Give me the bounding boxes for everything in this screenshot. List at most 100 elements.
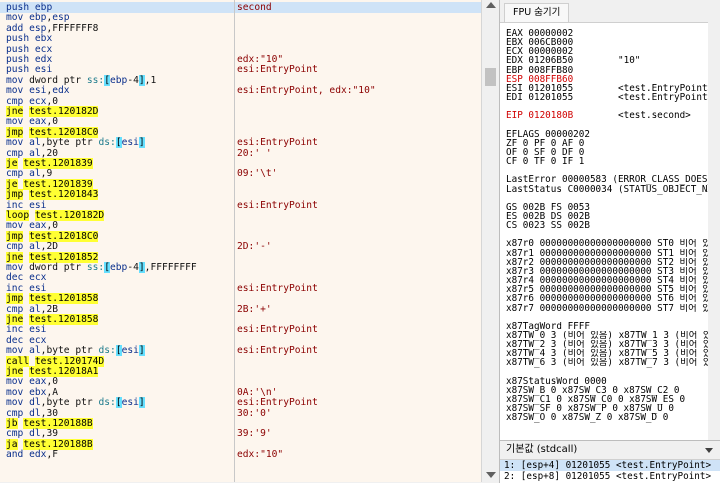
- disasm-row[interactable]: mov al,byte ptr ds:[esi]: [0, 345, 234, 357]
- call-argument-row[interactable]: 2: [esp+8] 01201055 <test.EntryPoint>: [500, 471, 720, 482]
- instruction-mnemonic: jne: [6, 366, 24, 377]
- instruction-operands: al,byte ptr ds:[esi]: [29, 137, 145, 149]
- call-argument-row[interactable]: 1: [esp+4] 01201055 <test.EntryPoint>: [500, 460, 720, 471]
- disasm-row[interactable]: cmp al,20: [0, 148, 234, 159]
- instruction-operands: ecx: [34, 43, 53, 55]
- disasm-row[interactable]: inc esi: [0, 324, 234, 335]
- instruction-operands: dword ptr ss:[ebp-4],1: [29, 74, 157, 86]
- scroll-thumb[interactable]: [485, 68, 496, 86]
- instruction-operands: ecx: [29, 272, 47, 284]
- disasm-row[interactable]: mov al,byte ptr ds:[esi]: [0, 137, 234, 149]
- disasm-row[interactable]: mov ebx,A: [0, 387, 234, 398]
- disasm-row[interactable]: mov dword ptr ss:[ebp-4],1: [0, 74, 234, 86]
- disasm-row[interactable]: loop test.120182D: [0, 210, 234, 221]
- scroll-down-icon[interactable]: [486, 472, 496, 478]
- disasm-row[interactable]: mov dl,byte ptr ds:[esi]: [0, 397, 234, 409]
- instruction-operands: test.1201852: [29, 251, 99, 263]
- disasm-comment: [235, 231, 481, 242]
- disasm-row[interactable]: mov eax,0: [0, 116, 234, 127]
- instruction-operands: dword ptr ss:[ebp-4],FFFFFFFF: [29, 262, 197, 273]
- disasm-row[interactable]: dec ecx: [0, 272, 234, 283]
- disasm-comment: 30:'0': [237, 407, 272, 419]
- disasm-row[interactable]: mov ebp,esp: [0, 12, 234, 23]
- instruction-mnemonic: mov: [6, 116, 24, 128]
- disasm-row[interactable]: cmp ecx,0: [0, 96, 234, 107]
- instruction-operands: test.120174D: [34, 355, 105, 367]
- instruction-mnemonic: cmp: [6, 168, 24, 180]
- disasm-comment: esi:EntryPoint: [237, 345, 318, 357]
- disasm-comment: [235, 335, 481, 346]
- disasm-row[interactable]: mov eax,0: [0, 376, 234, 387]
- disasm-row[interactable]: dec ecx: [0, 335, 234, 346]
- disasm-comment: 2B:'+': [237, 303, 272, 315]
- call-convention-selector[interactable]: 기본값 (stdcall): [500, 441, 720, 460]
- disasm-row[interactable]: jmp test.12018C0: [0, 230, 234, 242]
- fpu-toggle-button[interactable]: FPU 숨기기: [504, 3, 570, 22]
- instruction-mnemonic: mov: [6, 137, 24, 149]
- disasm-row[interactable]: cmp al,2B: [0, 304, 234, 315]
- disasm-row[interactable]: push ebp: [0, 2, 234, 13]
- instruction-mnemonic: dec: [6, 272, 24, 284]
- instruction-mnemonic: call: [6, 355, 30, 367]
- disasm-comment: edx:"10": [237, 449, 284, 461]
- disasm-row[interactable]: jne test.1201852: [0, 251, 234, 263]
- disasm-row[interactable]: jb test.120188B: [0, 418, 234, 429]
- disasm-row[interactable]: inc esi: [0, 200, 234, 211]
- disasm-row[interactable]: mov eax,0: [0, 220, 234, 231]
- disasm-row[interactable]: jmp test.1201843: [0, 189, 234, 201]
- disasm-row[interactable]: jne test.12018A1: [0, 366, 234, 377]
- instruction-operands: test.120188B: [23, 438, 93, 450]
- instruction-mnemonic: cmp: [6, 407, 24, 419]
- instruction-mnemonic: inc: [6, 324, 24, 336]
- instruction-mnemonic: mov: [6, 397, 24, 409]
- instruction-operands: esi: [29, 282, 47, 294]
- disasm-comment: [235, 376, 481, 387]
- disassembly-scrollbar[interactable]: [481, 0, 499, 482]
- disasm-row[interactable]: push edx: [0, 54, 234, 65]
- disasm-row[interactable]: add esp,FFFFFFF8: [0, 23, 234, 34]
- registers-pane: FPU 숨기기 EAX 00000002 EBX 006CB000 ECX 0000…: [499, 0, 720, 482]
- disasm-row[interactable]: cmp al,2D: [0, 241, 234, 252]
- disasm-row[interactable]: inc esi: [0, 283, 234, 294]
- disasm-comment: [235, 314, 481, 325]
- instruction-operands: test.12018A1: [29, 366, 99, 377]
- disasm-comment: esi:EntryPoint: [237, 397, 318, 409]
- disasm-comment: 09:'\t': [237, 168, 278, 180]
- disasm-row[interactable]: mov esi,edx: [0, 85, 234, 96]
- disasm-row[interactable]: cmp dl,30: [0, 408, 234, 419]
- registers-scrollbar[interactable]: [708, 22, 720, 440]
- disassembly-code-column: push ebp mov ebp,esp add esp,FFFFFFF8 push …: [0, 0, 235, 482]
- disasm-row[interactable]: push ecx: [0, 44, 234, 55]
- disasm-row[interactable]: je test.1201839: [0, 178, 234, 190]
- disasm-comment: [235, 44, 481, 55]
- disassembly-pane[interactable]: push ebp mov ebp,esp add esp,FFFFFFF8 push …: [0, 0, 481, 482]
- instruction-operands: esi: [34, 64, 53, 76]
- disasm-row[interactable]: push esi: [0, 64, 234, 75]
- disasm-comment: [235, 23, 481, 34]
- instruction-mnemonic: and: [6, 449, 24, 461]
- disasm-row[interactable]: cmp al,9: [0, 168, 234, 179]
- disasm-row[interactable]: mov dword ptr ss:[ebp-4],FFFFFFFF: [0, 262, 234, 273]
- registers-header: FPU 숨기기: [500, 0, 720, 23]
- instruction-operands: test.120182D: [29, 106, 99, 117]
- disassembly-comment-column: second edx:"10" esi:EntryPoint esi:EntryPoi…: [235, 0, 481, 482]
- instruction-mnemonic: je: [6, 158, 18, 169]
- disasm-comment: [235, 158, 481, 169]
- instruction-mnemonic: jmp: [6, 230, 24, 242]
- disasm-row[interactable]: call test.120174D: [0, 355, 234, 367]
- instruction-operands: test.1201839: [23, 178, 93, 190]
- register-line[interactable]: x87SW_O 0 x87SW_Z 0 x87SW_D 0: [506, 413, 712, 424]
- disasm-row[interactable]: je test.1201839: [0, 158, 234, 169]
- disasm-row[interactable]: jmp test.1201858: [0, 293, 234, 305]
- scroll-up-icon[interactable]: [486, 2, 496, 8]
- disasm-row[interactable]: jne test.120182D: [0, 106, 234, 117]
- disasm-comment: [235, 33, 481, 44]
- disasm-row[interactable]: push ebx: [0, 33, 234, 44]
- instruction-mnemonic: mov: [6, 262, 24, 273]
- disasm-comment: [235, 293, 481, 304]
- disasm-row[interactable]: jmp test.12018C0: [0, 126, 234, 138]
- disasm-row[interactable]: cmp dl,39: [0, 428, 234, 439]
- disasm-row[interactable]: and edx,F: [0, 449, 234, 460]
- disasm-row[interactable]: jne test.1201858: [0, 314, 234, 325]
- disasm-row[interactable]: ja test.120188B: [0, 438, 234, 450]
